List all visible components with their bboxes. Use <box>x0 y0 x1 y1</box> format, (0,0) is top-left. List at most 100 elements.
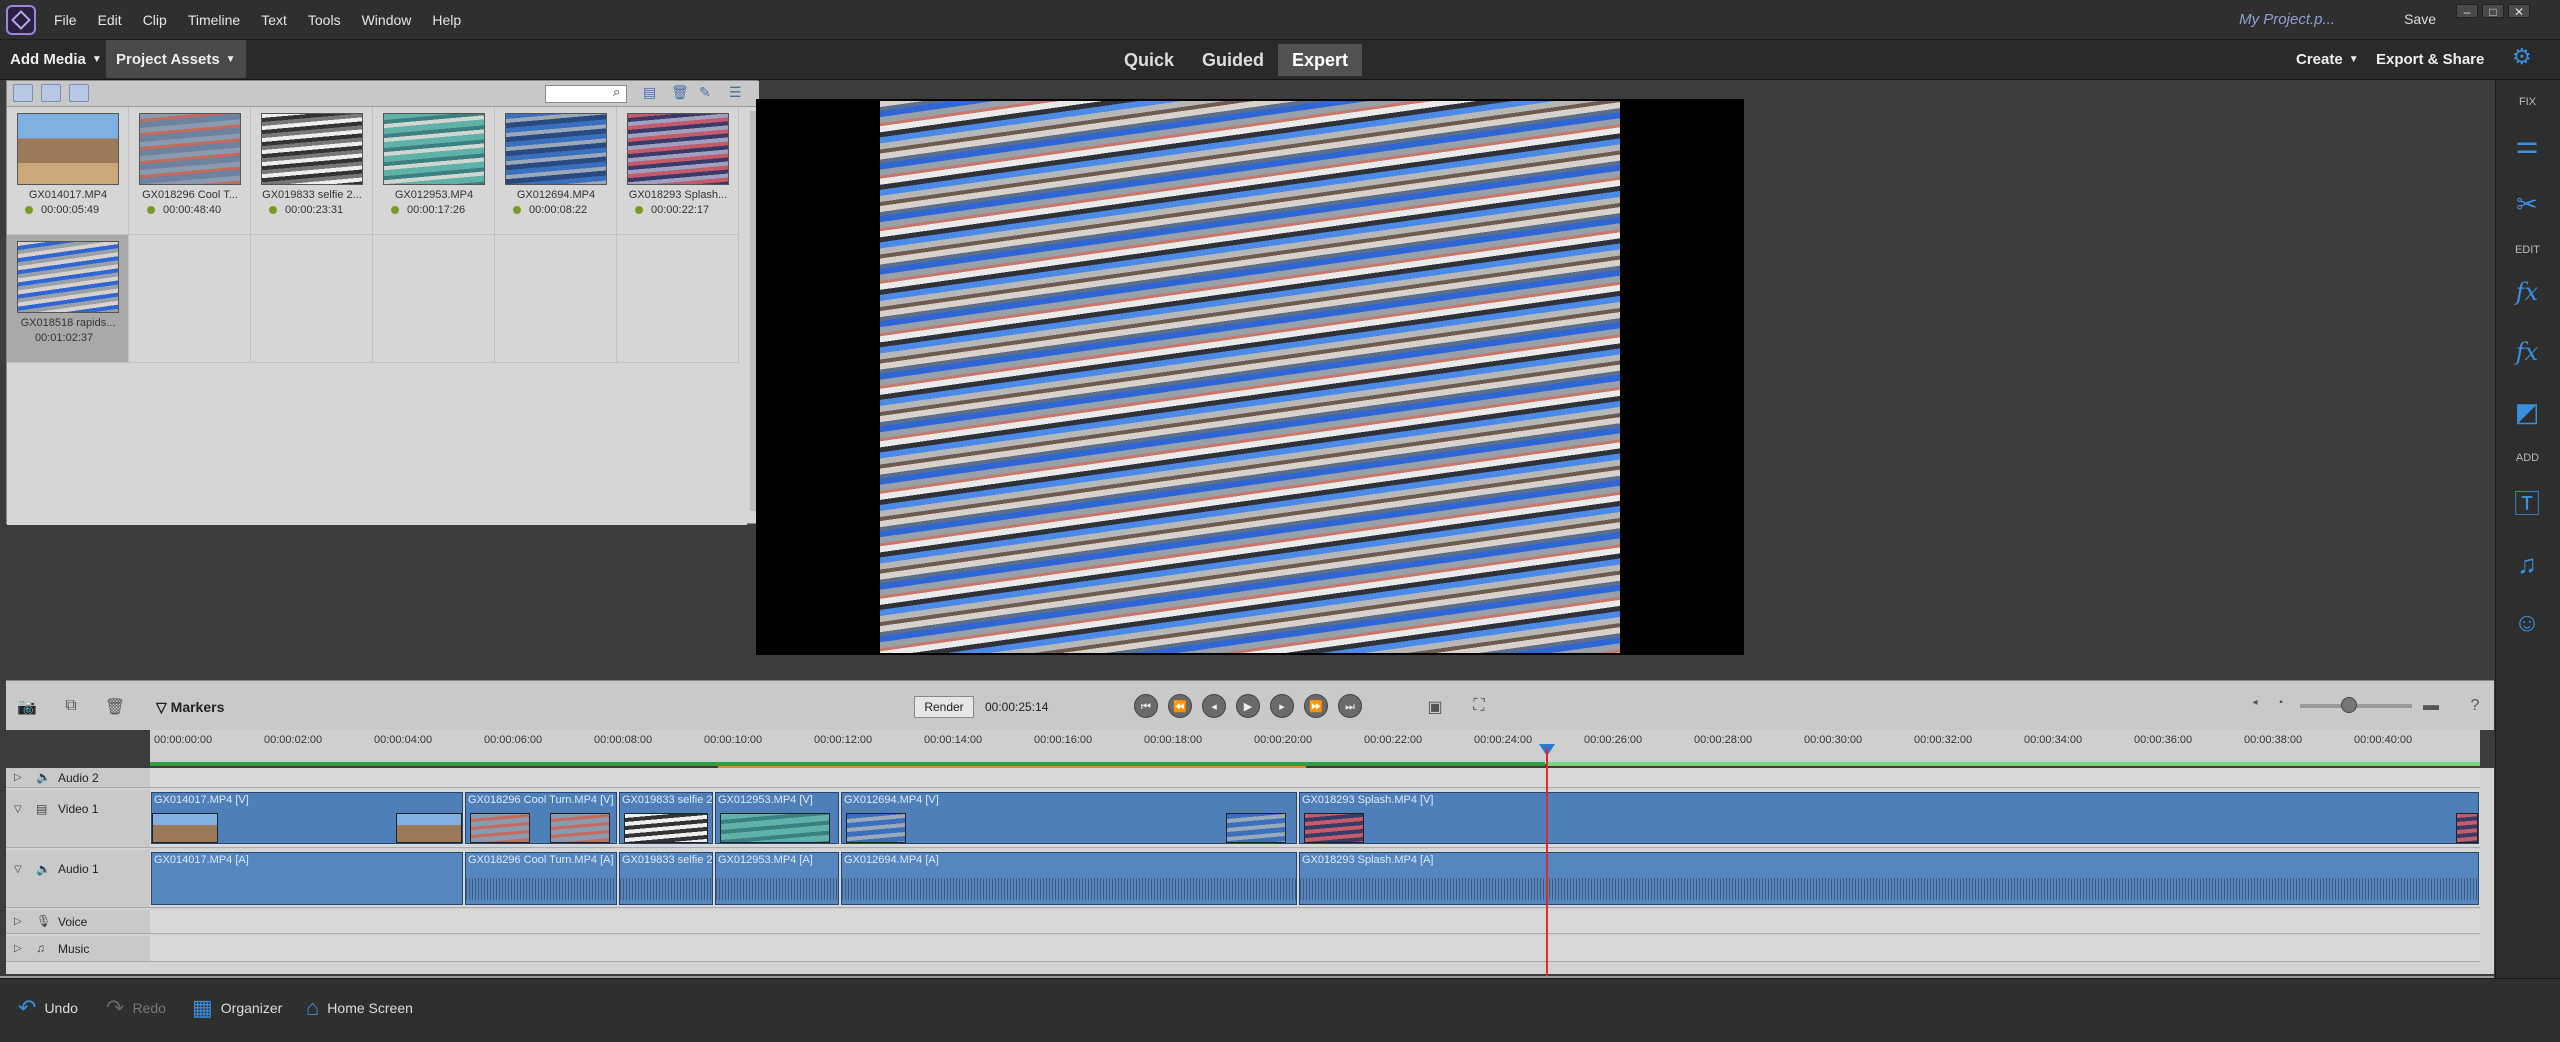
undo-button[interactable]: ↶ Undo <box>18 988 78 1028</box>
audio-clip[interactable]: GX014017.MP4 [A] <box>151 852 463 905</box>
expand-icon[interactable]: ▷ <box>14 943 22 954</box>
copy-icon[interactable]: ⧉ <box>60 697 82 717</box>
effects-icon[interactable]: fx <box>2509 334 2545 370</box>
menu-clip[interactable]: Clip <box>143 12 167 28</box>
adjust-icon[interactable]: ⚌ <box>2509 126 2545 162</box>
film-icon[interactable]: ▤ <box>36 802 47 816</box>
audio-clip[interactable]: GX012953.MP4 [A] <box>715 852 839 905</box>
video-clip[interactable]: GX018293 Splash.MP4 [V] <box>1299 792 2479 844</box>
expand-icon[interactable]: ▷ <box>14 772 22 783</box>
organizer-button[interactable]: ▦ Organizer <box>192 988 282 1028</box>
speaker-icon[interactable]: 🔈 <box>36 770 51 784</box>
track-header-audio1[interactable]: ▽ 🔈 Audio 1 <box>6 850 152 908</box>
create-button[interactable]: Create ▼ <box>2296 40 2359 78</box>
audio-clip[interactable]: GX019833 selfie 2 <box>619 852 713 905</box>
track-header-audio2[interactable]: ▷ 🔈 Audio 2 <box>6 768 152 788</box>
menu-timeline[interactable]: Timeline <box>188 12 240 28</box>
track-music[interactable] <box>150 936 2480 962</box>
playhead[interactable] <box>1546 748 1548 976</box>
asset-tile[interactable]: GX019833 selfie 2... 00:00:23:31 <box>251 107 373 235</box>
track-video1[interactable]: GX014017.MP4 [V] GX018296 Cool Turn.MP4 … <box>150 790 2480 848</box>
video-clip[interactable]: GX012953.MP4 [V] <box>715 792 839 844</box>
save-button[interactable]: Save <box>2404 11 2436 27</box>
menu-help[interactable]: Help <box>432 12 461 28</box>
timecode[interactable]: 00:00:25:14 <box>985 700 1048 714</box>
video-clip[interactable]: GX014017.MP4 [V] <box>151 792 463 844</box>
zoom-out-icon[interactable]: ◂ <box>2244 697 2266 717</box>
search-icon[interactable]: ⌕ <box>613 84 620 100</box>
project-assets-button[interactable]: Project Assets ▼ <box>106 40 246 78</box>
track-audio2[interactable] <box>150 768 2480 788</box>
trash-icon[interactable]: 🗑 <box>104 697 126 717</box>
folder-icon[interactable]: ▤ <box>643 84 656 101</box>
menu-text[interactable]: Text <box>261 12 287 28</box>
goto-end-icon[interactable]: ⏭ <box>1338 694 1362 718</box>
video-filter-icon[interactable] <box>13 84 33 102</box>
help-icon[interactable]: ? <box>2464 697 2486 717</box>
tab-quick[interactable]: Quick <box>1110 44 1188 76</box>
step-back-icon[interactable]: ◂ <box>1202 694 1226 718</box>
transitions-icon[interactable]: ◩ <box>2509 394 2545 430</box>
pin-icon[interactable]: ✎ <box>699 84 711 101</box>
zoom-in-icon[interactable]: ▬ <box>2420 697 2442 717</box>
list-menu-icon[interactable]: ☰ <box>729 84 742 101</box>
expand-icon[interactable]: ▷ <box>14 916 22 927</box>
export-share-button[interactable]: Export & Share <box>2376 40 2484 78</box>
asset-tile[interactable]: GX012953.MP4 00:00:17:26 <box>373 107 495 235</box>
track-header-voice[interactable]: ▷ 🎙 Voice <box>6 910 152 934</box>
asset-tile[interactable]: GX018518 rapids... 00:01:02:37 <box>7 235 129 363</box>
rewind-icon[interactable]: ⏪ <box>1168 694 1192 718</box>
menu-window[interactable]: Window <box>362 12 412 28</box>
tools-icon[interactable]: ✂ <box>2509 186 2545 222</box>
zoom-small-icon[interactable]: ▪ <box>2270 697 2292 717</box>
music-note-icon[interactable]: ♫ <box>36 941 45 955</box>
speaker-icon[interactable]: 🔈 <box>36 862 51 876</box>
add-media-button[interactable]: Add Media ▼ <box>0 40 112 78</box>
trash-icon[interactable]: 🗑 <box>671 84 689 101</box>
track-voice[interactable] <box>150 910 2480 934</box>
close-icon[interactable]: ✕ <box>2508 4 2530 19</box>
asset-tile[interactable]: GX012694.MP4 00:00:08:22 <box>495 107 617 235</box>
asset-tile[interactable]: GX014017.MP4 00:00:05:49 <box>7 107 129 235</box>
menu-file[interactable]: File <box>54 12 77 28</box>
goto-start-icon[interactable]: ⏮ <box>1134 694 1158 718</box>
audio-clip[interactable]: GX018293 Splash.MP4 [A] <box>1299 852 2479 905</box>
collapse-icon[interactable]: ▽ <box>14 864 22 875</box>
image-filter-icon[interactable] <box>41 84 61 102</box>
asset-tile[interactable]: GX018293 Splash... 00:00:22:17 <box>617 107 739 235</box>
zoom-slider-knob[interactable] <box>2341 697 2357 713</box>
audio-filter-icon[interactable] <box>69 84 89 102</box>
menu-tools[interactable]: Tools <box>308 12 341 28</box>
video-clip[interactable]: GX019833 selfie 2 <box>619 792 713 844</box>
fit-icon[interactable]: ⛶ <box>1468 697 1490 717</box>
audio-clip[interactable]: GX012694.MP4 [A] <box>841 852 1297 905</box>
audio-clip[interactable]: GX018296 Cool Turn.MP4 [A] <box>465 852 617 905</box>
timeline-ruler[interactable]: 00:00:00:00 00:00:02:00 00:00:04:00 00:0… <box>150 730 2480 764</box>
monitor-icon[interactable]: ▣ <box>1424 697 1446 717</box>
render-button[interactable]: Render <box>914 696 974 718</box>
redo-button[interactable]: ↷ Redo <box>106 988 166 1028</box>
home-screen-button[interactable]: ⌂ Home Screen <box>306 988 413 1028</box>
video-clip[interactable]: GX012694.MP4 [V] <box>841 792 1297 844</box>
track-header-video1[interactable]: ▽ ▤ Video 1 <box>6 790 152 848</box>
video-clip[interactable]: GX018296 Cool Turn.MP4 [V] <box>465 792 617 844</box>
collapse-icon[interactable]: ▽ <box>14 804 22 815</box>
maximize-icon[interactable]: □ <box>2482 4 2504 19</box>
effects-edit-icon[interactable]: fx <box>2509 274 2545 310</box>
asset-tile[interactable]: GX018296 Cool T... 00:00:48:40 <box>129 107 251 235</box>
play-icon[interactable]: ▶ <box>1236 694 1260 718</box>
graphics-icon[interactable]: ☺ <box>2509 604 2545 640</box>
tab-expert[interactable]: Expert <box>1278 44 1363 76</box>
track-header-music[interactable]: ▷ ♫ Music <box>6 936 152 962</box>
music-icon[interactable]: ♫ <box>2509 546 2545 582</box>
tab-guided[interactable]: Guided <box>1188 44 1278 76</box>
menu-edit[interactable]: Edit <box>98 12 122 28</box>
track-audio1[interactable]: GX014017.MP4 [A] GX018296 Cool Turn.MP4 … <box>150 850 2480 908</box>
microphone-icon[interactable]: 🎙 <box>36 914 51 928</box>
titles-icon[interactable]: 🅃 <box>2509 486 2545 522</box>
minimize-icon[interactable]: – <box>2456 4 2478 19</box>
markers-dropdown[interactable]: ▽ Markers <box>156 699 224 716</box>
camera-icon[interactable]: 📷 <box>16 697 38 717</box>
gear-icon[interactable]: ⚙ <box>2512 44 2532 70</box>
fast-forward-icon[interactable]: ⏩ <box>1304 694 1328 718</box>
